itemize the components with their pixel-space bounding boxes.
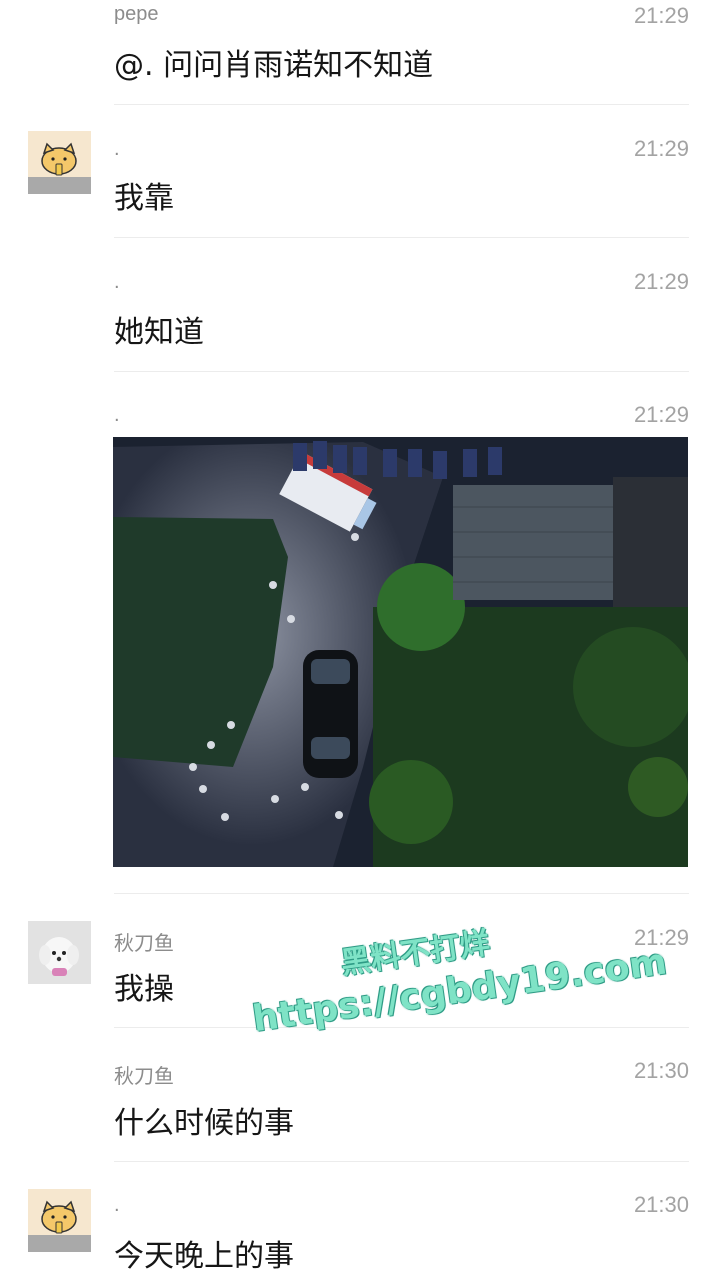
cat-avatar-icon[interactable] [28, 1189, 91, 1252]
message-time: 21:29 [633, 136, 689, 161]
message-time: 21:29 [633, 269, 689, 294]
sender-name: . [114, 138, 120, 160]
message-divider [114, 237, 689, 238]
message-divider [114, 104, 689, 105]
watermark: 黑料不打烊 https://cgbdy19.com [243, 899, 669, 1071]
message-text: 今天晚上的事 [114, 1239, 294, 1274]
sender-name: 秋刀鱼 [114, 933, 174, 955]
message-text: 什么时候的事 [114, 1106, 294, 1141]
message-time: 21:29 [633, 402, 689, 427]
message-time: 21:30 [633, 1058, 689, 1083]
sender-name: pepe [114, 3, 159, 25]
message-text: @. 问问肖雨诺知不知道 [114, 48, 434, 83]
sender-name: 秋刀鱼 [114, 1066, 174, 1088]
message-divider [114, 371, 689, 372]
message-time: 21:29 [633, 3, 689, 28]
watermark-line2: https://cgbdy19.com [250, 941, 670, 1041]
sender-name: . [114, 404, 120, 426]
sender-name: . [114, 271, 120, 293]
message-divider [114, 1027, 689, 1028]
message-text: 她知道 [114, 315, 204, 350]
message-divider [114, 1161, 689, 1162]
message-divider [114, 893, 689, 894]
sender-name: . [114, 1194, 120, 1216]
message-time: 21:29 [633, 925, 689, 950]
cat-avatar-icon[interactable] [28, 131, 91, 194]
message-time: 21:30 [633, 1192, 689, 1217]
message-text: 我操 [114, 972, 174, 1007]
watermark-line1: 黑料不打烊 [338, 925, 493, 982]
message-image[interactable] [113, 437, 688, 867]
message-text: 我靠 [114, 181, 174, 216]
dog-avatar-icon[interactable] [28, 921, 91, 984]
